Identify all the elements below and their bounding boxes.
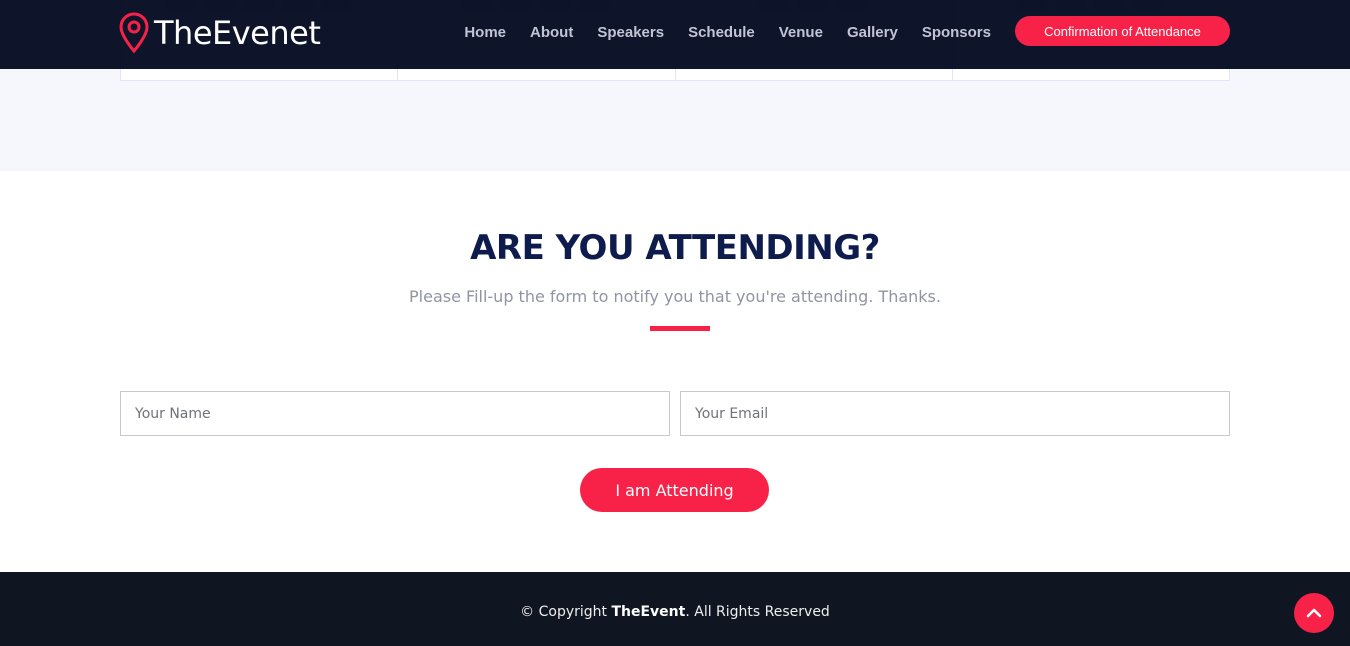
email-input[interactable] [680, 391, 1230, 436]
site-header: TheEvenet Home About Speakers Schedule V… [0, 0, 1350, 69]
footer-brand: TheEvent [611, 604, 686, 620]
brand-name: TheEvenet [154, 14, 321, 52]
main-nav: Home About Speakers Schedule Venue Galle… [440, 0, 991, 64]
name-input[interactable] [120, 391, 670, 436]
nav-item-gallery[interactable]: Gallery [847, 24, 898, 41]
nav-item-speakers[interactable]: Speakers [597, 24, 664, 41]
copyright-prefix: © Copyright [520, 604, 608, 620]
copyright-suffix: . All Rights Reserved [685, 604, 830, 620]
nav-item-sponsors[interactable]: Sponsors [922, 24, 991, 41]
nav-item-venue[interactable]: Venue [779, 24, 823, 41]
map-pin-icon [119, 12, 149, 54]
site-footer: © Copyright TheEvent. All Rights Reserve… [0, 572, 1350, 646]
chevron-up-icon [1306, 608, 1322, 618]
back-to-top-button[interactable] [1294, 593, 1334, 633]
nav-item-home[interactable]: Home [464, 24, 506, 41]
nav-item-about[interactable]: About [530, 24, 573, 41]
section-title: ARE YOU ATTENDING? [470, 228, 880, 268]
title-divider [650, 326, 710, 331]
section-subtitle: Please Fill-up the form to notify you th… [409, 287, 941, 306]
site-logo[interactable]: TheEvenet [119, 12, 321, 54]
attending-submit-button[interactable]: I am Attending [580, 468, 769, 512]
copyright-text: © Copyright TheEvent. All Rights Reserve… [0, 604, 1350, 620]
nav-item-schedule[interactable]: Schedule [688, 24, 755, 41]
confirmation-of-attendance-button[interactable]: Confirmation of Attendance [1015, 16, 1230, 46]
